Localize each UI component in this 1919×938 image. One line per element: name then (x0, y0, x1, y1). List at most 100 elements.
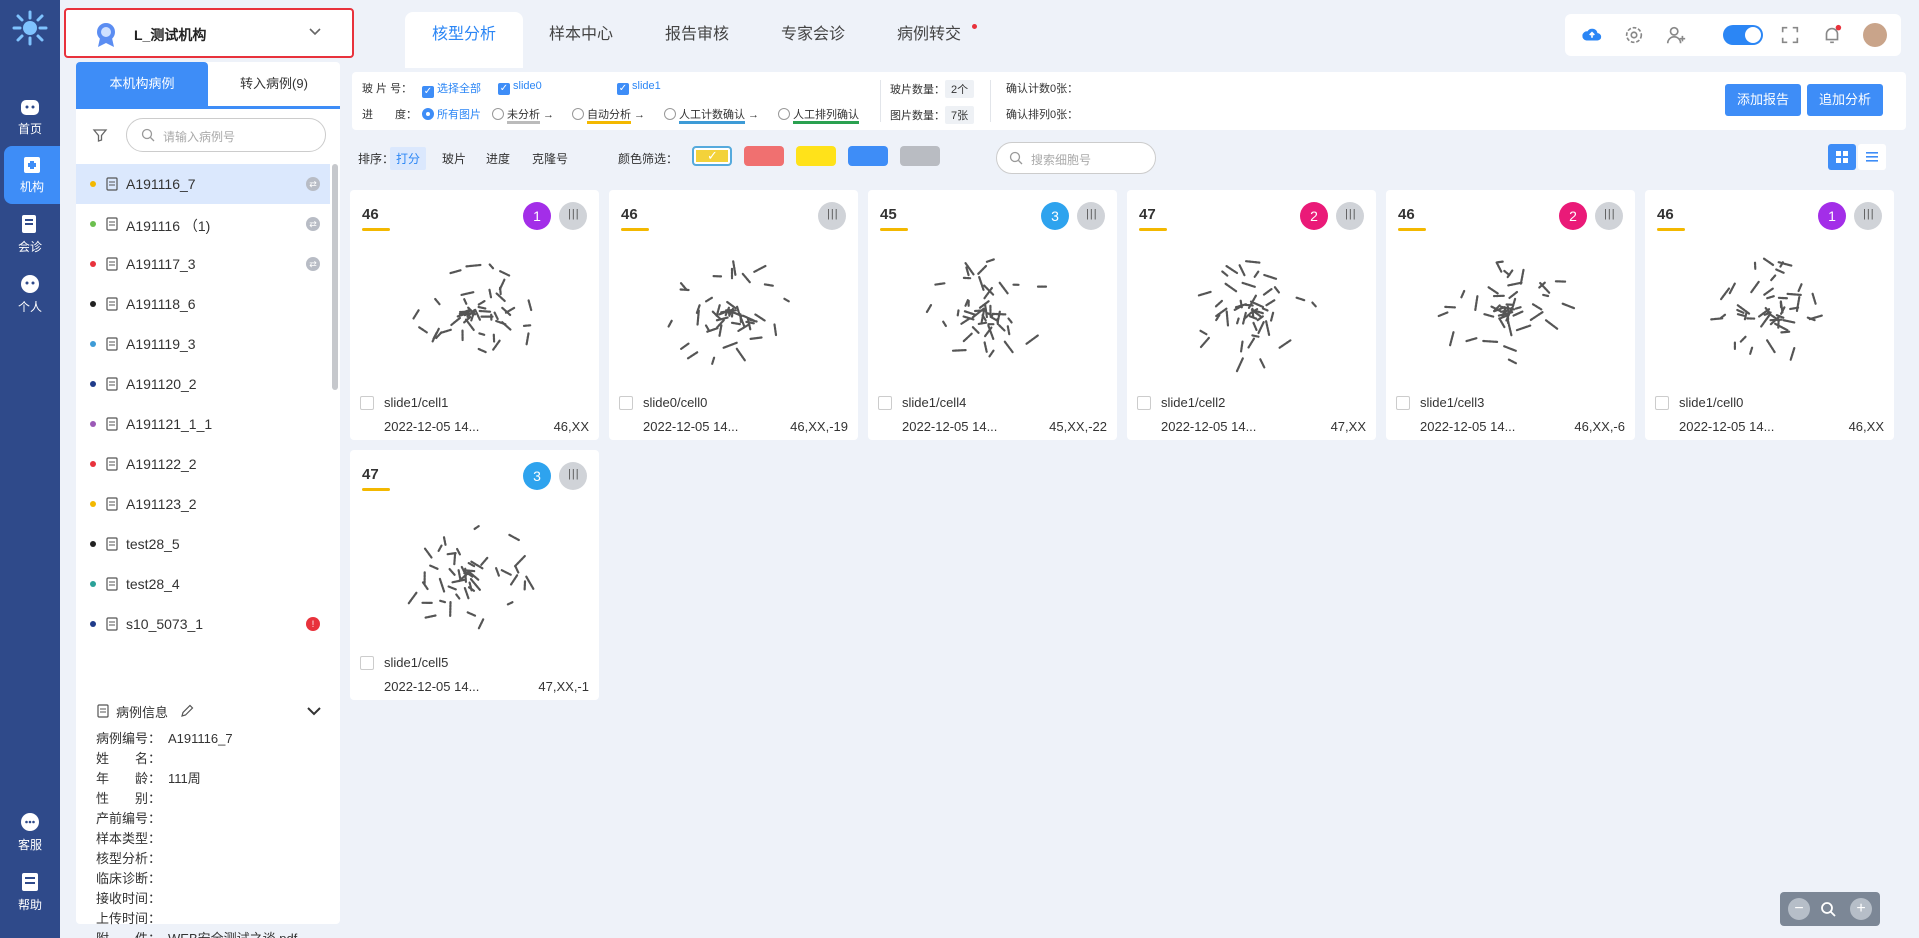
sort-slide[interactable]: 玻片 (436, 147, 472, 170)
metaphase-image[interactable] (390, 240, 560, 390)
color-swatch[interactable] (900, 146, 940, 166)
progress-unanalyzed-radio[interactable]: 未分析 → (492, 106, 554, 124)
karyogram-menu-button[interactable] (1336, 202, 1364, 230)
theme-toggle[interactable] (1723, 25, 1763, 45)
tab-local-cases[interactable]: 本机构病例 (76, 62, 208, 106)
cell-checkbox[interactable] (360, 396, 374, 410)
avatar[interactable] (1863, 23, 1887, 47)
transfer-icon[interactable]: ⇄ (306, 257, 320, 271)
karyogram-menu-button[interactable] (559, 462, 587, 490)
cell-checkbox[interactable] (1655, 396, 1669, 410)
settings-icon[interactable] (1623, 24, 1645, 46)
cell-checkbox[interactable] (1396, 396, 1410, 410)
cell-checkbox[interactable] (619, 396, 633, 410)
karyogram-menu-button[interactable] (1854, 202, 1882, 230)
case-list-item[interactable]: test28_5 (76, 524, 330, 564)
karyogram-menu-button[interactable] (559, 202, 587, 230)
color-swatch[interactable]: ✓ (692, 146, 732, 166)
metaphase-image[interactable] (390, 500, 560, 650)
case-list-scrollbar[interactable] (332, 164, 338, 390)
cell-card[interactable]: 46 1 slide1/cell0 2022-12-05 14... 46,XX (1645, 190, 1894, 440)
add-analysis-button[interactable]: 追加分析 (1807, 84, 1883, 116)
cell-card[interactable]: 46 1 slide1/cell1 2022-12-05 14... 46,XX (350, 190, 599, 440)
case-list-item[interactable]: test28_4 (76, 564, 330, 604)
tab-report-review[interactable]: 报告审核 (639, 12, 755, 68)
zoom-search-icon[interactable] (1820, 901, 1836, 917)
cell-card[interactable]: 46 2 slide1/cell3 2022-12-05 14... 46,XX,-6 (1386, 190, 1635, 440)
nav-support[interactable]: 客服 (0, 804, 60, 862)
case-list-item[interactable]: A191123_2 (76, 484, 330, 524)
nav-home[interactable]: 首页 (0, 88, 60, 146)
cell-card[interactable]: 47 2 slide1/cell2 2022-12-05 14... 47,XX (1127, 190, 1376, 440)
metaphase-image[interactable] (649, 240, 819, 390)
progress-auto-radio[interactable]: 自动分析 → (572, 106, 645, 124)
color-swatch[interactable] (796, 146, 836, 166)
case-list-item[interactable]: A191116 （1) ⇄ (76, 204, 330, 244)
tab-case-transfer[interactable]: 病例转交 (871, 12, 987, 68)
sort-score[interactable]: 打分 (390, 147, 427, 170)
metaphase-image[interactable] (1685, 240, 1855, 390)
metaphase-image[interactable] (908, 240, 1078, 390)
slide1-checkbox[interactable]: slide1 (617, 80, 661, 95)
progress-count-confirm-radio[interactable]: 人工计数确认 → (664, 106, 759, 124)
grid-view-button[interactable] (1828, 144, 1856, 170)
nav-person[interactable]: 个人 (0, 266, 60, 324)
color-swatch[interactable] (848, 146, 888, 166)
cell-date: 2022-12-05 14... (384, 679, 480, 694)
case-list-item[interactable]: A191117_3 ⇄ (76, 244, 330, 284)
tab-expert-consultation[interactable]: 专家会诊 (755, 12, 871, 68)
case-info-header[interactable]: 病例信息 (76, 696, 340, 726)
app-logo-icon[interactable] (12, 10, 48, 46)
cell-checkbox[interactable] (1137, 396, 1151, 410)
bell-icon[interactable] (1821, 24, 1843, 46)
add-user-icon[interactable] (1665, 24, 1687, 46)
edit-icon[interactable] (180, 704, 194, 718)
org-selector[interactable]: L_测试机构 (64, 8, 354, 58)
add-report-button[interactable]: 添加报告 (1725, 84, 1801, 116)
checkbox-icon (422, 86, 434, 98)
sort-progress[interactable]: 进度 (480, 147, 516, 170)
cell-checkbox[interactable] (360, 656, 374, 670)
karyogram-menu-button[interactable] (1077, 202, 1105, 230)
fullscreen-icon[interactable] (1779, 24, 1801, 46)
case-list-item[interactable]: A191121_1_1 (76, 404, 330, 444)
case-info-row: 产前编号： (96, 808, 168, 828)
metaphase-image[interactable] (1167, 240, 1337, 390)
karyogram-menu-button[interactable] (818, 202, 846, 230)
cloud-upload-icon[interactable] (1581, 24, 1603, 46)
karyogram-menu-button[interactable] (1595, 202, 1623, 230)
cell-name: slide1/cell1 (384, 395, 449, 410)
case-list-item[interactable]: A191122_2 (76, 444, 330, 484)
tab-sample-center[interactable]: 样本中心 (523, 12, 639, 68)
cell-card[interactable]: 46 slide0/cell0 2022-12-05 14... 46,XX,-19 (609, 190, 858, 440)
tab-karyotype-analysis[interactable]: 核型分析 (405, 12, 523, 68)
transfer-icon[interactable]: ⇄ (306, 177, 320, 191)
case-list-item[interactable]: A191118_6 (76, 284, 330, 324)
color-swatch[interactable] (744, 146, 784, 166)
list-view-button[interactable] (1858, 144, 1886, 170)
slide0-checkbox[interactable]: slide0 (498, 80, 542, 95)
nav-help[interactable]: 帮助 (0, 864, 60, 922)
tab-transferred-cases[interactable]: 转入病例(9) (208, 62, 340, 106)
filter-icon[interactable] (92, 127, 108, 143)
zoom-in-button[interactable]: + (1850, 898, 1872, 920)
chevron-down-icon[interactable] (306, 705, 322, 717)
case-list-item[interactable]: A191119_3 (76, 324, 330, 364)
nav-institution[interactable]: 机构 (4, 146, 60, 204)
cell-search-input[interactable]: 搜索细胞号 (996, 142, 1156, 174)
cell-card[interactable]: 47 3 slide1/cell5 2022-12-05 14... 47,XX,-1 (350, 450, 599, 700)
case-list-item[interactable]: A191116_7 ⇄ (76, 164, 330, 204)
metaphase-image[interactable] (1426, 240, 1596, 390)
transfer-icon[interactable]: ⇄ (306, 217, 320, 231)
cell-card[interactable]: 45 3 slide1/cell4 2022-12-05 14... 45,XX,-22 (868, 190, 1117, 440)
sort-clone[interactable]: 克隆号 (526, 147, 574, 170)
case-search-input[interactable]: 请输入病例号 (126, 118, 326, 152)
select-all-checkbox[interactable]: 选择全部 (422, 80, 481, 98)
progress-arrange-confirm-radio[interactable]: 人工排列确认 (778, 106, 859, 124)
case-list-item[interactable]: s10_5073_1! (76, 604, 330, 644)
cell-checkbox[interactable] (878, 396, 892, 410)
case-list-item[interactable]: A191120_2 (76, 364, 330, 404)
zoom-out-button[interactable]: − (1788, 898, 1810, 920)
progress-all-radio[interactable]: 所有图片 (422, 106, 481, 122)
nav-consultation[interactable]: 会诊 (0, 206, 60, 264)
